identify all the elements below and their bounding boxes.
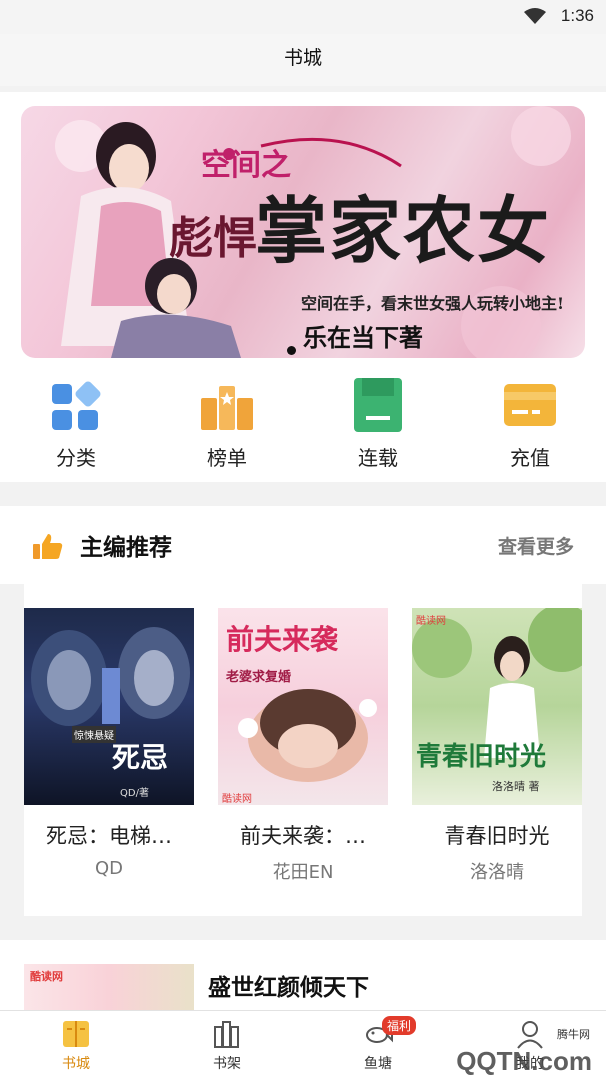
book-title[interactable]: 青春旧时光: [412, 820, 582, 850]
recharge-label: 充值: [510, 446, 550, 470]
wifi-icon: [524, 8, 546, 24]
ranking-icon: [201, 386, 253, 430]
book-title[interactable]: 前夫来袭：…: [218, 820, 388, 850]
tab-bookshelf[interactable]: 书架: [167, 1011, 287, 1080]
cover-title: 死忌: [112, 741, 169, 774]
thumbs-up-icon: [33, 534, 63, 559]
category-icon: [52, 381, 101, 430]
book-title[interactable]: 死忌：电梯…: [24, 820, 194, 850]
cover-author: QD/著: [120, 788, 149, 799]
view-more-link[interactable]: 查看更多: [498, 532, 574, 559]
book-cover[interactable]: 惊悚悬疑 死忌 QD/著: [24, 608, 194, 805]
recharge-card-icon: [504, 384, 556, 426]
section-title: 主编推荐: [80, 535, 172, 561]
watermark-small: 腾牛网: [557, 1028, 590, 1041]
book-title[interactable]: 盛世红颜倾天下: [208, 968, 369, 1002]
banner-carousel[interactable]: 空间之 彪悍 掌家农女 空间在手，看末世女强人玩转小地主! 乐在当下著: [21, 106, 585, 358]
book-list-item[interactable]: 酷读网 盛世红颜倾天下: [0, 940, 606, 1010]
cover-logo: 酷读网: [222, 794, 252, 805]
book-cover[interactable]: 前夫来袭 老婆求复婚 酷读网: [218, 608, 388, 805]
banner-container: 空间之 彪悍 掌家农女 空间在手，看末世女强人玩转小地主! 乐在当下著: [0, 92, 606, 378]
banner-tagline: 空间在手，看末世女强人玩转小地主!: [301, 294, 565, 313]
book-author: 花田EN: [272, 862, 334, 883]
category-item-ranking[interactable]: 榜单: [167, 378, 287, 482]
book-author: 洛洛晴: [470, 862, 524, 883]
page-title: 书城: [0, 34, 606, 86]
book-author: QD: [94, 858, 124, 879]
tab-label: 书架: [213, 1056, 241, 1072]
cover-subtitle: 老婆求复婚: [226, 670, 292, 685]
serial-label: 连载: [358, 446, 398, 470]
bookstore-icon: [63, 1021, 89, 1047]
category-grid: 分类 榜单 连载 充值: [0, 378, 606, 482]
cover-logo: 酷读网: [416, 616, 446, 627]
banner-prefix: 彪悍: [169, 213, 257, 264]
category-item-classify[interactable]: 分类: [16, 378, 136, 482]
category-label: 分类: [56, 446, 96, 470]
cover-title: 青春旧时光: [416, 742, 547, 772]
serial-book-icon: [354, 378, 402, 432]
book-thumbnail[interactable]: 酷读网: [24, 964, 194, 1010]
cover-tag: 惊悚悬疑: [72, 726, 116, 743]
watermark-text: QQTN.com: [456, 1046, 592, 1076]
tab-label: 书城: [62, 1056, 90, 1072]
tab-bookstore[interactable]: 书城: [16, 1011, 136, 1080]
category-item-serial[interactable]: 连载: [318, 378, 438, 482]
carousel-indicator[interactable]: [287, 346, 296, 355]
editor-picks-header: 主编推荐 查看更多: [0, 506, 606, 584]
watermark: 腾牛网 QQTN.com: [400, 1022, 600, 1080]
status-bar: 1:36: [0, 0, 606, 34]
category-item-recharge[interactable]: 充值: [470, 378, 590, 482]
book-list: 惊悚悬疑 死忌 QD/著 死忌：电梯… QD 前夫来袭 老婆求复婚 酷读网 前夫…: [24, 584, 582, 916]
thumbnail-logo: 酷读网: [30, 970, 63, 983]
banner-author: 乐在当下著: [303, 323, 423, 352]
cover-title: 前夫来袭: [226, 623, 339, 656]
ranking-label: 榜单: [207, 446, 247, 470]
cover-art: [31, 627, 190, 726]
cover-author: 洛洛晴 著: [492, 780, 540, 793]
banner-title: 掌家农女: [255, 188, 552, 273]
cover-art: [412, 608, 582, 758]
bookshelf-icon: [214, 1021, 239, 1048]
status-time: 1:36: [560, 6, 594, 25]
book-cover[interactable]: 酷读网 青春旧时光 洛洛晴 著: [412, 608, 582, 805]
